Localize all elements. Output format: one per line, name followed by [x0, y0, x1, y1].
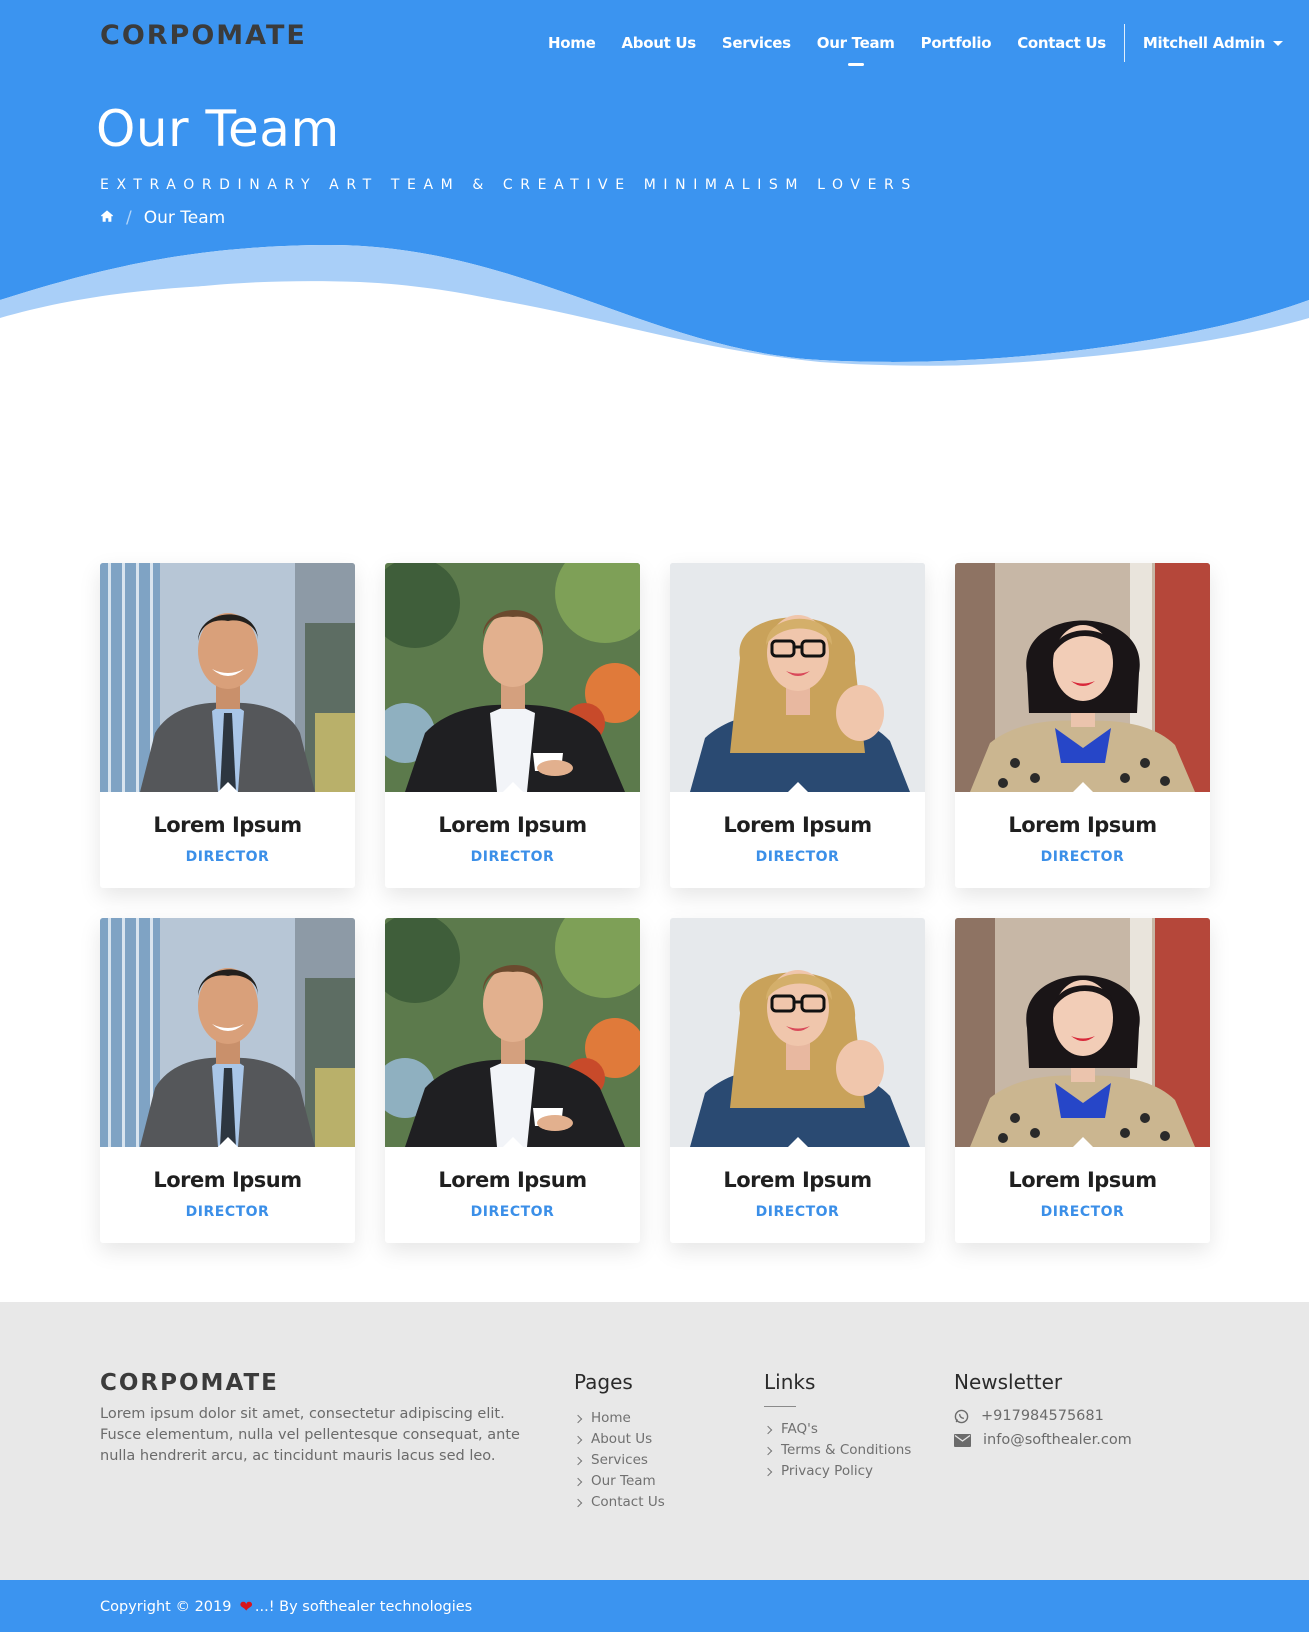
team-card[interactable]: Lorem Ipsum DIRECTOR [955, 563, 1210, 888]
nav-our-team[interactable]: Our Team [817, 34, 895, 66]
team-member-role: DIRECTOR [1040, 849, 1125, 865]
chevron-right-icon [763, 1425, 773, 1434]
chevron-right-icon [763, 1467, 773, 1476]
team-grid: Lorem Ipsum DIRECTOR Lorem Ipsum DIRECTO… [100, 563, 1211, 1243]
home-icon [100, 210, 114, 222]
footer-phone[interactable]: +917984575681 [954, 1408, 1132, 1424]
nav-services[interactable]: Services [722, 34, 791, 52]
chevron-right-icon [573, 1435, 583, 1444]
team-photo-woman-bob-hair [955, 918, 1210, 1147]
team-member-role: DIRECTOR [1040, 1204, 1125, 1220]
team-card[interactable]: Lorem Ipsum DIRECTOR [385, 918, 640, 1243]
page-subtitle: EXTRAORDINARY ART TEAM & CREATIVE MINIMA… [100, 177, 918, 193]
nav-contact-us[interactable]: Contact Us [1017, 34, 1106, 52]
team-card[interactable]: Lorem Ipsum DIRECTOR [100, 918, 355, 1243]
team-member-name: Lorem Ipsum [723, 1168, 872, 1192]
chevron-right-icon [573, 1498, 583, 1507]
main-nav: Home About Us Services Our Team Portfoli… [548, 24, 1283, 66]
team-card[interactable]: Lorem Ipsum DIRECTOR [385, 563, 640, 888]
team-member-role: DIRECTOR [470, 849, 555, 865]
team-member-role: DIRECTOR [185, 849, 270, 865]
team-member-name: Lorem Ipsum [1008, 813, 1157, 837]
footer-brand-logo[interactable]: CORPOMATE [100, 1370, 279, 1396]
team-member-name: Lorem Ipsum [1008, 1168, 1157, 1192]
team-photo-man-black-suit [385, 563, 640, 792]
footer-email[interactable]: info@softhealer.com [954, 1432, 1132, 1448]
team-photo-man-black-suit [385, 918, 640, 1147]
team-member-role: DIRECTOR [185, 1204, 270, 1220]
footer-pages-title: Pages [574, 1370, 633, 1394]
site-footer: CORPOMATE Lorem ipsum dolor sit amet, co… [0, 1302, 1309, 1580]
caret-down-icon [1273, 40, 1283, 46]
footer-about-text: Lorem ipsum dolor sit amet, consectetur … [100, 1406, 520, 1464]
footer-link-services[interactable]: Services [573, 1450, 665, 1471]
team-card[interactable]: Lorem Ipsum DIRECTOR [100, 563, 355, 888]
user-name: Mitchell Admin [1142, 34, 1265, 52]
breadcrumb-separator: / [126, 208, 132, 228]
footer-link-terms[interactable]: Terms & Conditions [763, 1440, 911, 1461]
team-photo-woman-glasses [670, 918, 925, 1147]
team-member-name: Lorem Ipsum [438, 813, 587, 837]
team-member-name: Lorem Ipsum [723, 813, 872, 837]
footer-link-contact-us[interactable]: Contact Us [573, 1492, 665, 1513]
team-photo-woman-glasses [670, 563, 925, 792]
footer-link-about-us[interactable]: About Us [573, 1429, 665, 1450]
team-card[interactable]: Lorem Ipsum DIRECTOR [955, 918, 1210, 1243]
chevron-right-icon [573, 1477, 583, 1486]
copyright-text: Copyright © 2019 ❤ ...! By softhealer te… [100, 1597, 473, 1616]
breadcrumb-home-link[interactable] [100, 208, 114, 228]
team-member-name: Lorem Ipsum [153, 1168, 302, 1192]
team-member-name: Lorem Ipsum [438, 1168, 587, 1192]
copyright-bar: Copyright © 2019 ❤ ...! By softhealer te… [0, 1580, 1309, 1632]
footer-link-home[interactable]: Home [573, 1408, 665, 1429]
nav-about-us[interactable]: About Us [621, 34, 696, 52]
user-menu-dropdown[interactable]: Mitchell Admin [1143, 34, 1283, 52]
nav-divider [1123, 24, 1125, 62]
team-card[interactable]: Lorem Ipsum DIRECTOR [670, 563, 925, 888]
team-photo-woman-bob-hair [955, 563, 1210, 792]
envelope-icon [954, 1433, 971, 1447]
hero-header: CORPOMATE Home About Us Services Our Tea… [0, 0, 1309, 370]
footer-link-faqs[interactable]: FAQ's [763, 1419, 911, 1440]
nav-portfolio[interactable]: Portfolio [921, 34, 992, 52]
breadcrumb: / Our Team [100, 208, 225, 228]
chevron-right-icon [763, 1446, 773, 1455]
whatsapp-icon [954, 1409, 969, 1423]
footer-links-column: Links FAQ's Terms & Conditions Privacy P… [763, 1370, 911, 1482]
chevron-right-icon [573, 1414, 583, 1423]
footer-newsletter-column: Newsletter +917984575681 info@softhealer… [954, 1370, 1132, 1456]
team-card[interactable]: Lorem Ipsum DIRECTOR [670, 918, 925, 1243]
brand-logo[interactable]: CORPOMATE [100, 20, 307, 51]
team-photo-man-grey-suit [100, 918, 355, 1147]
team-member-role: DIRECTOR [470, 1204, 555, 1220]
footer-links-divider [764, 1406, 796, 1407]
breadcrumb-current: Our Team [143, 208, 226, 228]
heart-icon: ❤ [239, 1597, 253, 1616]
team-photo-man-grey-suit [100, 563, 355, 792]
chevron-right-icon [573, 1456, 583, 1465]
footer-pages-column: Pages Home About Us Services Our Team Co… [573, 1370, 665, 1513]
team-member-role: DIRECTOR [755, 1204, 840, 1220]
page-title: Our Team [96, 100, 340, 158]
footer-newsletter-title: Newsletter [954, 1370, 1063, 1394]
footer-link-privacy[interactable]: Privacy Policy [763, 1461, 911, 1482]
footer-link-our-team[interactable]: Our Team [573, 1471, 665, 1492]
team-member-role: DIRECTOR [755, 849, 840, 865]
footer-links-title: Links [764, 1370, 816, 1394]
team-member-name: Lorem Ipsum [153, 813, 302, 837]
nav-home[interactable]: Home [548, 34, 596, 52]
